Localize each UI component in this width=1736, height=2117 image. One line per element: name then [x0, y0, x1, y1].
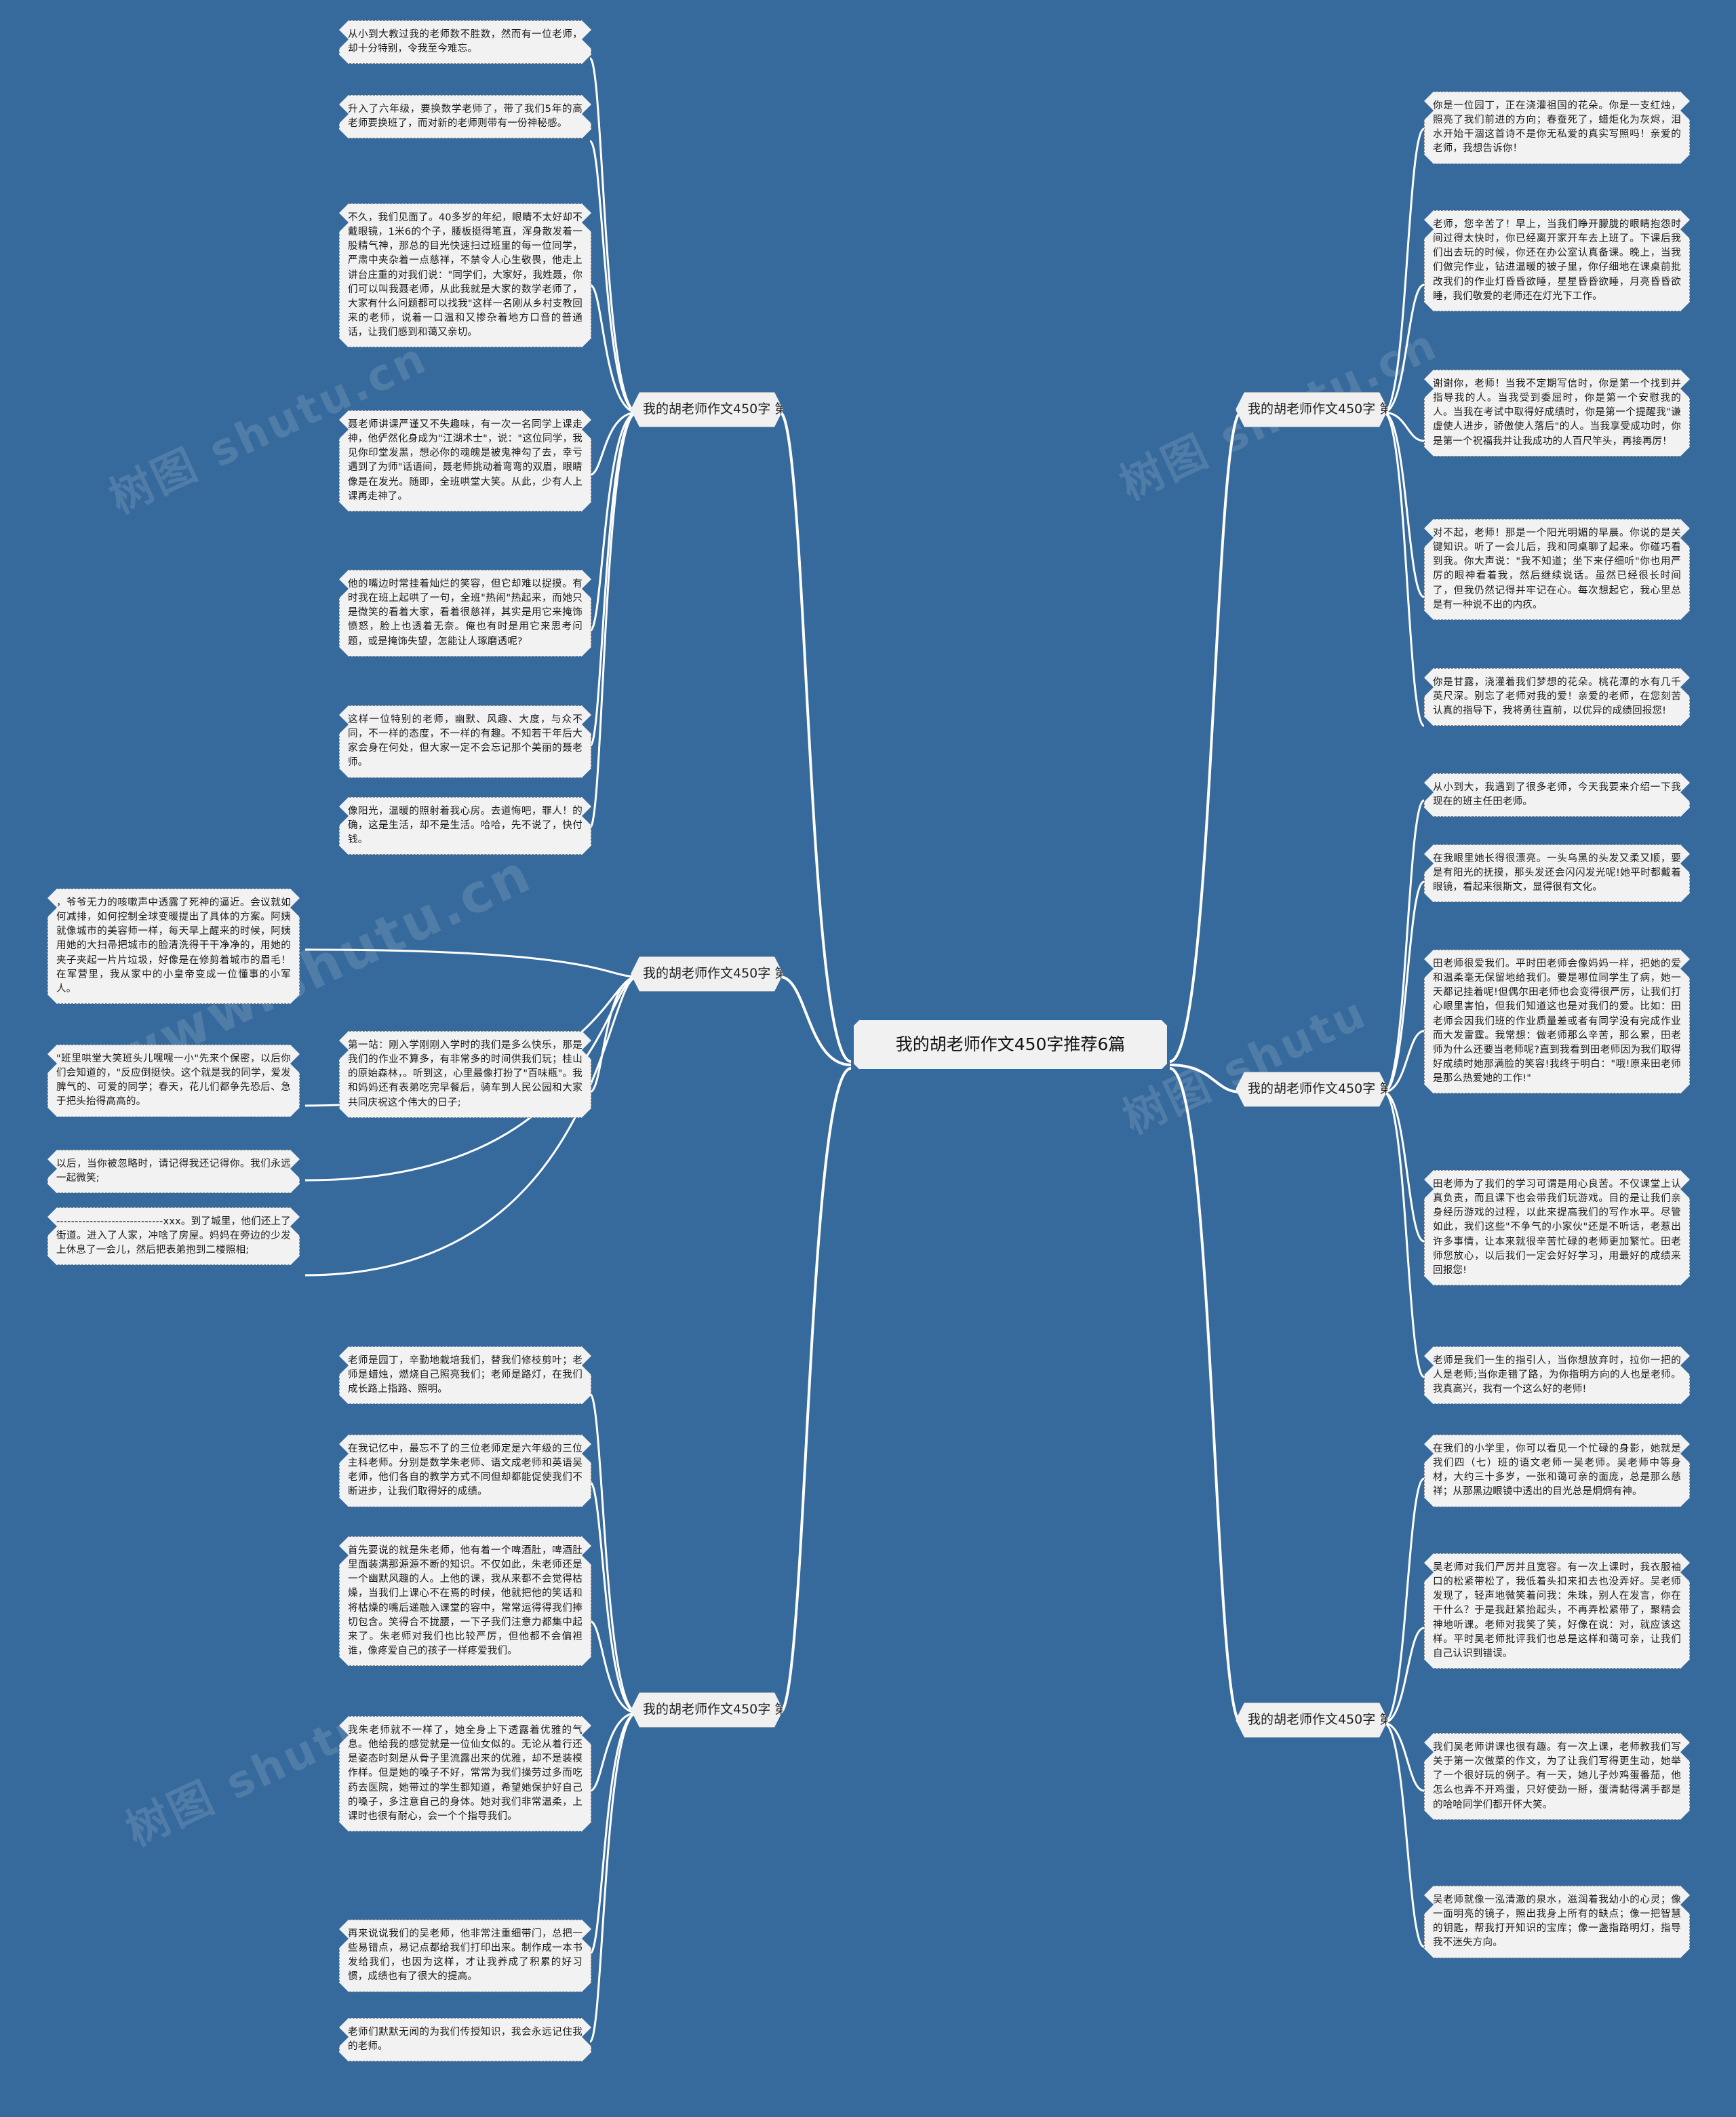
branch-label-1[interactable]: 我的胡老师作文450字 第一篇	[1236, 392, 1388, 427]
leaf-node[interactable]: 老师们默默无闻的为我们传授知识，我会永远记住我的老师。	[339, 2018, 591, 2061]
leaf-node[interactable]: 对不起，老师！那是一个阳光明媚的早晨。你说的是关键知识。听了一会儿后，我和同桌聊…	[1424, 519, 1690, 620]
leaf-node[interactable]: 这样一位特别的老师，幽默、风趣、大度，与众不同，不一样的态度，不一样的有趣。不知…	[339, 705, 591, 778]
leaf-node[interactable]: 老师，您辛苦了！早上，当我们睁开朦胧的眼睛抱怨时间过得太快时，你已经离开家开车去…	[1424, 210, 1690, 311]
leaf-node[interactable]: 谢谢你，老师！当我不定期写信时，你是第一个找到并指导我的人。当我受到委屈时，你是…	[1424, 370, 1690, 457]
leaf-node[interactable]: 以后，当你被忽略时，请记得我还记得你。我们永远一起微笑;	[47, 1150, 300, 1193]
leaf-node[interactable]: ，爷爷无力的咳嗽声中透露了死神的逼近。会议就如何减排，如何控制全球变暖提出了具体…	[47, 889, 300, 1004]
mindmap-canvas: 树图 shutu.cn www.shutu.cn 树图 shutu 树图 shu…	[0, 0, 1736, 2117]
branch-label-2[interactable]: 我的胡老师作文450字 第二篇	[631, 392, 783, 427]
leaf-node[interactable]: 像阳光，温暖的照射着我心房。去道悔吧，罪人！的确，这是生活，却不是生活。哈哈，先…	[339, 797, 591, 855]
leaf-node[interactable]: 你是甘露，浇灌着我们梦想的花朵。桃花潭的水有几千英尺深。别忘了老师对我的爱！亲爱…	[1424, 668, 1690, 726]
leaf-node[interactable]: 吴老师就像一泓清澈的泉水，滋润着我幼小的心灵；像一面明亮的镜子，照出我身上所有的…	[1424, 1886, 1690, 1958]
leaf-node[interactable]: 从小到大，我遇到了很多老师，今天我要来介绍一下我现在的班主任田老师。	[1424, 773, 1690, 817]
branch-label-6[interactable]: 我的胡老师作文450字 第六篇	[631, 1692, 783, 1728]
leaf-node[interactable]: -----------------------------xxx。到了城里，他们…	[47, 1207, 300, 1265]
leaf-node[interactable]: 第一站：刚入学刚刚入学时的我们是多么快乐，那是我们的作业不算多，有非常多的时间供…	[339, 1031, 591, 1118]
branch-label-4[interactable]: 我的胡老师作文450字 第四篇	[631, 956, 783, 992]
leaf-node[interactable]: 再来说说我们的吴老师，他非常注重细带门，总把一些易错点，易记点都给我们打印出来。…	[339, 1920, 591, 1992]
leaf-node[interactable]: 吴老师对我们严厉并且宽容。有一次上课时，我衣服袖口的松紧带松了，我低着头扣来扣去…	[1424, 1553, 1690, 1669]
branch-label-3[interactable]: 我的胡老师作文450字 第三篇	[1236, 1072, 1388, 1107]
leaf-node[interactable]: 在我记忆中，最忘不了的三位老师定是六年级的三位主科老师。分别是数学朱老师、语文成…	[339, 1435, 591, 1507]
leaf-node[interactable]: 在我眼里她长得很漂亮。一头乌黑的头发又柔又顺，要是有阳光的抚摸，那头发还会闪闪发…	[1424, 844, 1690, 902]
leaf-node[interactable]: 老师是我们一生的指引人，当你想放弃时，拉你一把的人是老师;当你走错了路，为你指明…	[1424, 1346, 1690, 1404]
leaf-node[interactable]: 我们吴老师讲课也很有趣。有一次上课，老师教我们写关于第一次做菜的作文，为了让我们…	[1424, 1733, 1690, 1820]
leaf-node[interactable]: "班里哄堂大笑班头儿嘿嘿一小"先来个保密，以后你们会知道的，"反应倒挺快。这个就…	[47, 1045, 300, 1117]
leaf-node[interactable]: 我朱老师就不一样了，她全身上下透露着优雅的气息。他给我的感觉就是一位仙女似的。无…	[339, 1716, 591, 1831]
leaf-node[interactable]: 他的嘴边时常挂着灿烂的笑容，但它却难以捉摸。有时我在班上起哄了一句，全班"热闹"…	[339, 570, 591, 657]
leaf-node[interactable]: 从小到大教过我的老师数不胜数，然而有一位老师，却十分特别，令我至今难忘。	[339, 20, 591, 64]
leaf-node[interactable]: 不久，我们见面了。40多岁的年纪，眼睛不太好却不戴眼镜，1米6的个子，腰板挺得笔…	[339, 203, 591, 347]
leaf-node[interactable]: 首先要说的就是朱老师，他有着一个啤酒肚，啤酒肚里面装满那源源不断的知识。不仅如此…	[339, 1536, 591, 1666]
leaf-node[interactable]: 田老师很爱我们。平时田老师会像妈妈一样，把她的爱和温柔毫无保留地给我们。要是哪位…	[1424, 950, 1690, 1093]
root-node[interactable]: 我的胡老师作文450字推荐6篇	[851, 1017, 1170, 1072]
leaf-node[interactable]: 在我们的小学里，你可以看见一个忙碌的身影，她就是我们四（七）班的语文老师一吴老师…	[1424, 1435, 1690, 1507]
leaf-node[interactable]: 老师是园丁，辛勤地栽培我们，替我们修枝剪叶；老师是蜡烛，燃烧自己照亮我们；老师是…	[339, 1346, 591, 1404]
leaf-node[interactable]: 聂老师讲课严谨又不失趣味，有一次一名同学上课走神，他俨然化身成为"江湖术士"，说…	[339, 410, 591, 511]
leaf-node[interactable]: 升入了六年级，要换数学老师了，带了我们5年的高老师要换班了，而对新的老师则带有一…	[339, 95, 591, 138]
leaf-node[interactable]: 田老师为了我们的学习可谓是用心良苦。不仅课堂上认真负责，而且课下也会带我们玩游戏…	[1424, 1170, 1690, 1285]
leaf-node[interactable]: 你是一位园丁，正在浇灌祖国的花朵。你是一支红烛，照亮了我们前进的方向；春蚕死了，…	[1424, 92, 1690, 164]
branch-label-5[interactable]: 我的胡老师作文450字 第五篇	[1236, 1703, 1388, 1738]
